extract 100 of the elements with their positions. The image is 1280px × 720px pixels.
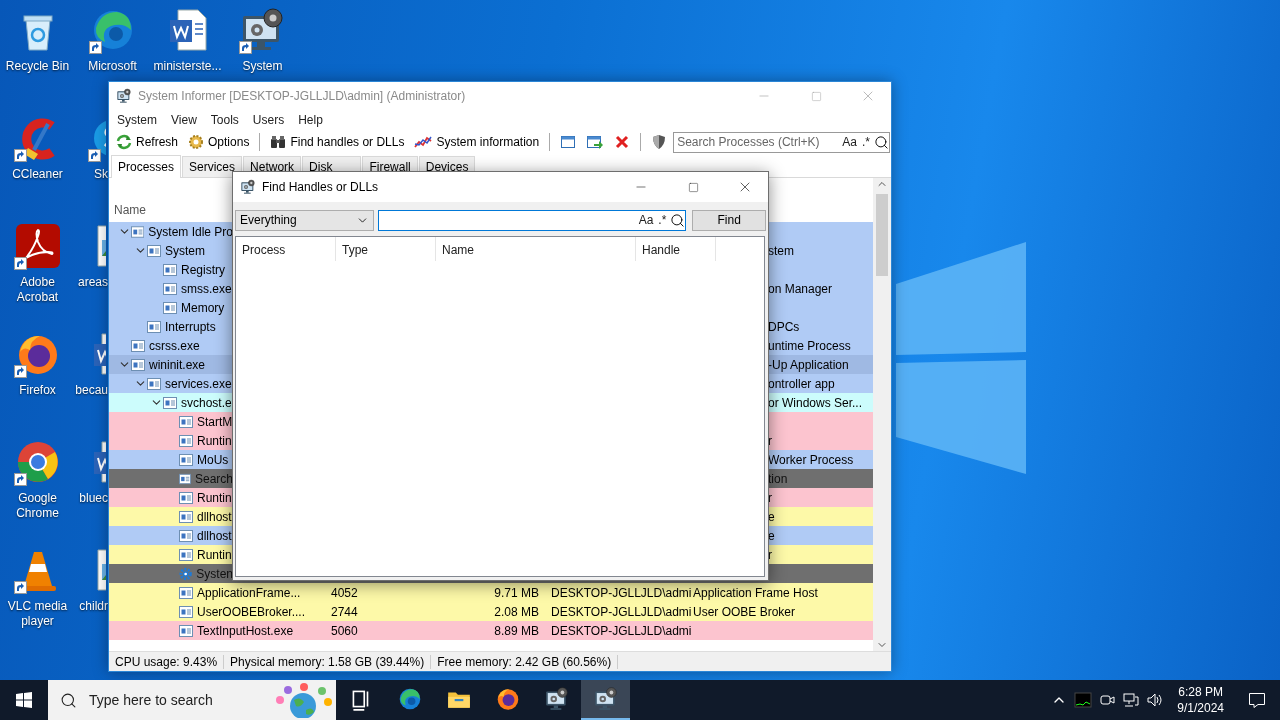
monitor-gears-icon[interactable]	[543, 686, 570, 712]
window-icon	[179, 605, 193, 618]
toolbar-button[interactable]: System information	[410, 131, 544, 153]
search-icon[interactable]	[874, 134, 889, 150]
monitor-gears-icon[interactable]	[592, 686, 619, 712]
menu-item[interactable]: View	[164, 113, 204, 127]
process-name: Runtin	[196, 547, 232, 562]
volume-icon[interactable]	[1146, 692, 1165, 708]
process-name: UserOOBEBroker....	[196, 604, 306, 619]
window-icon	[179, 529, 193, 542]
toolbar-button[interactable]: Options	[184, 131, 254, 153]
status-text: Free memory: 2.42 GB (60.56%)	[431, 654, 619, 669]
menu-item[interactable]: Tools	[203, 113, 246, 127]
toolbar-button[interactable]: Find handles or DLLs	[266, 131, 409, 153]
private-bytes: 9.71 MB	[493, 585, 540, 600]
search-field[interactable]: Type here to search	[48, 680, 336, 720]
clock[interactable]: 6:28 PM 9/1/2024	[1167, 684, 1234, 716]
desktop-icon-label[interactable]: areas	[78, 275, 108, 290]
desktop-icon-label[interactable]: VLC media player	[0, 599, 76, 629]
window-icon	[179, 548, 193, 561]
search-option-toggle[interactable]: .*	[657, 213, 668, 227]
search-icon[interactable]	[670, 212, 686, 228]
column-header[interactable]: Type	[336, 237, 436, 261]
window-icon	[147, 320, 161, 333]
camera-icon[interactable]	[1099, 692, 1116, 708]
scrollbar[interactable]	[873, 178, 891, 651]
dialog-title: Find Handles or DLLs	[262, 180, 380, 194]
process-description: ontroller app	[768, 376, 836, 391]
search-field[interactable]: Search Processes (Ctrl+K) Aa .*	[673, 131, 890, 153]
desktop-icon-label[interactable]: bluec	[78, 491, 108, 506]
window-icon	[147, 377, 161, 390]
process-name: services.exe	[164, 376, 232, 391]
window-icon	[131, 339, 145, 352]
desktop-icon-label[interactable]: Firefox	[0, 383, 76, 398]
process-name: System Idle Pro	[147, 224, 233, 239]
process-description: Application Frame Host	[692, 585, 819, 600]
process-id: 4052	[330, 585, 359, 600]
process-name: System	[164, 243, 205, 258]
process-name: dllhost	[196, 509, 232, 524]
speech-bubble-icon	[1248, 691, 1266, 709]
column-header[interactable]: Name	[114, 203, 146, 217]
network-icon[interactable]	[1123, 692, 1140, 708]
desktop-icon-label[interactable]: Recycle Bin	[0, 59, 76, 74]
process-row[interactable]: ApplicationFrame... 4052 9.71 MB DESKTOP-JGLLJLD\admiApplication Frame Host	[109, 583, 873, 602]
column-header[interactable]: Name	[436, 237, 636, 261]
search-field[interactable]: Aa .*	[378, 209, 687, 231]
desktop-icon-label[interactable]: ministerste...	[149, 59, 226, 74]
menu-item[interactable]: Users	[245, 113, 292, 127]
menu-item[interactable]: Help	[291, 113, 330, 127]
process-description: DPCs	[768, 319, 801, 334]
window-icon	[179, 510, 193, 523]
tab[interactable]: Services	[182, 156, 243, 177]
window-icon	[179, 624, 193, 637]
menu-item[interactable]: System	[110, 113, 164, 127]
pdf-icon[interactable]	[13, 222, 62, 270]
process-description: stem	[768, 243, 795, 258]
user-name: DESKTOP-JGLLJLD\admi	[550, 604, 691, 619]
monitor-gears-icon[interactable]	[240, 179, 256, 195]
desktop-icon-label[interactable]: Microsoft	[74, 59, 151, 74]
process-name: Runtin	[196, 490, 232, 505]
process-name: StartM	[196, 414, 233, 429]
maximize-icon[interactable]	[687, 181, 699, 193]
desktop-icon-label[interactable]: System	[224, 59, 301, 74]
window-icon	[179, 491, 193, 504]
taskbar-app-button[interactable]	[581, 680, 630, 720]
process-description: r	[768, 547, 773, 562]
desktop-icon-label[interactable]: CCleaner	[0, 167, 76, 182]
process-row[interactable]: TextInputHost.exe 5060 8.89 MB DESKTOP-JGLLJLD\admi	[109, 621, 873, 640]
process-name: csrss.exe	[148, 338, 200, 353]
monitor-graph-icon[interactable]	[1074, 692, 1093, 708]
search-option-toggle[interactable]: Aa	[637, 213, 655, 227]
scrollbar-thumb[interactable]	[876, 194, 888, 276]
column-header[interactable]: Handle	[636, 237, 716, 261]
desktop-icon-label[interactable]: Google Chrome	[0, 491, 76, 521]
toolbar-button[interactable]: Refresh	[112, 131, 183, 153]
desktop-icon-label[interactable]: Sk	[78, 167, 108, 182]
desktop-icon-label[interactable]: becau	[78, 383, 108, 398]
process-name: Registry	[180, 262, 225, 277]
process-description: e	[768, 509, 776, 524]
find-button[interactable]: Find	[692, 209, 766, 231]
gear-icon	[188, 134, 205, 150]
desktop-icon-label[interactable]: Adobe Acrobat	[0, 275, 76, 305]
process-id: 5060	[330, 623, 359, 638]
column-header[interactable]: Process	[236, 237, 336, 261]
filter-dropdown[interactable]: Everything	[235, 209, 375, 231]
tab[interactable]: Processes	[111, 155, 182, 178]
windows-icon	[16, 692, 32, 708]
process-name: ApplicationFrame...	[196, 585, 301, 600]
process-name: Interrupts	[164, 319, 216, 334]
window-icon	[163, 282, 177, 295]
desktop-icon-label[interactable]: childr	[78, 599, 108, 614]
window-icon	[179, 434, 193, 447]
search-input[interactable]: Search Processes (Ctrl+K)	[677, 135, 839, 149]
process-row[interactable]: UserOOBEBroker.... 2744 2.08 MB DESKTOP-JGLLJLD\admi User OOBE Broker	[109, 602, 873, 621]
search-option-toggle[interactable]: Aa	[841, 135, 858, 149]
search-option-toggle[interactable]: .*	[861, 135, 871, 149]
search-input[interactable]: Type here to search	[87, 691, 260, 709]
process-name: Search	[193, 471, 233, 486]
user-name: DESKTOP-JGLLJLD\admi	[550, 623, 691, 638]
monitor-gears-icon[interactable]	[116, 88, 132, 104]
